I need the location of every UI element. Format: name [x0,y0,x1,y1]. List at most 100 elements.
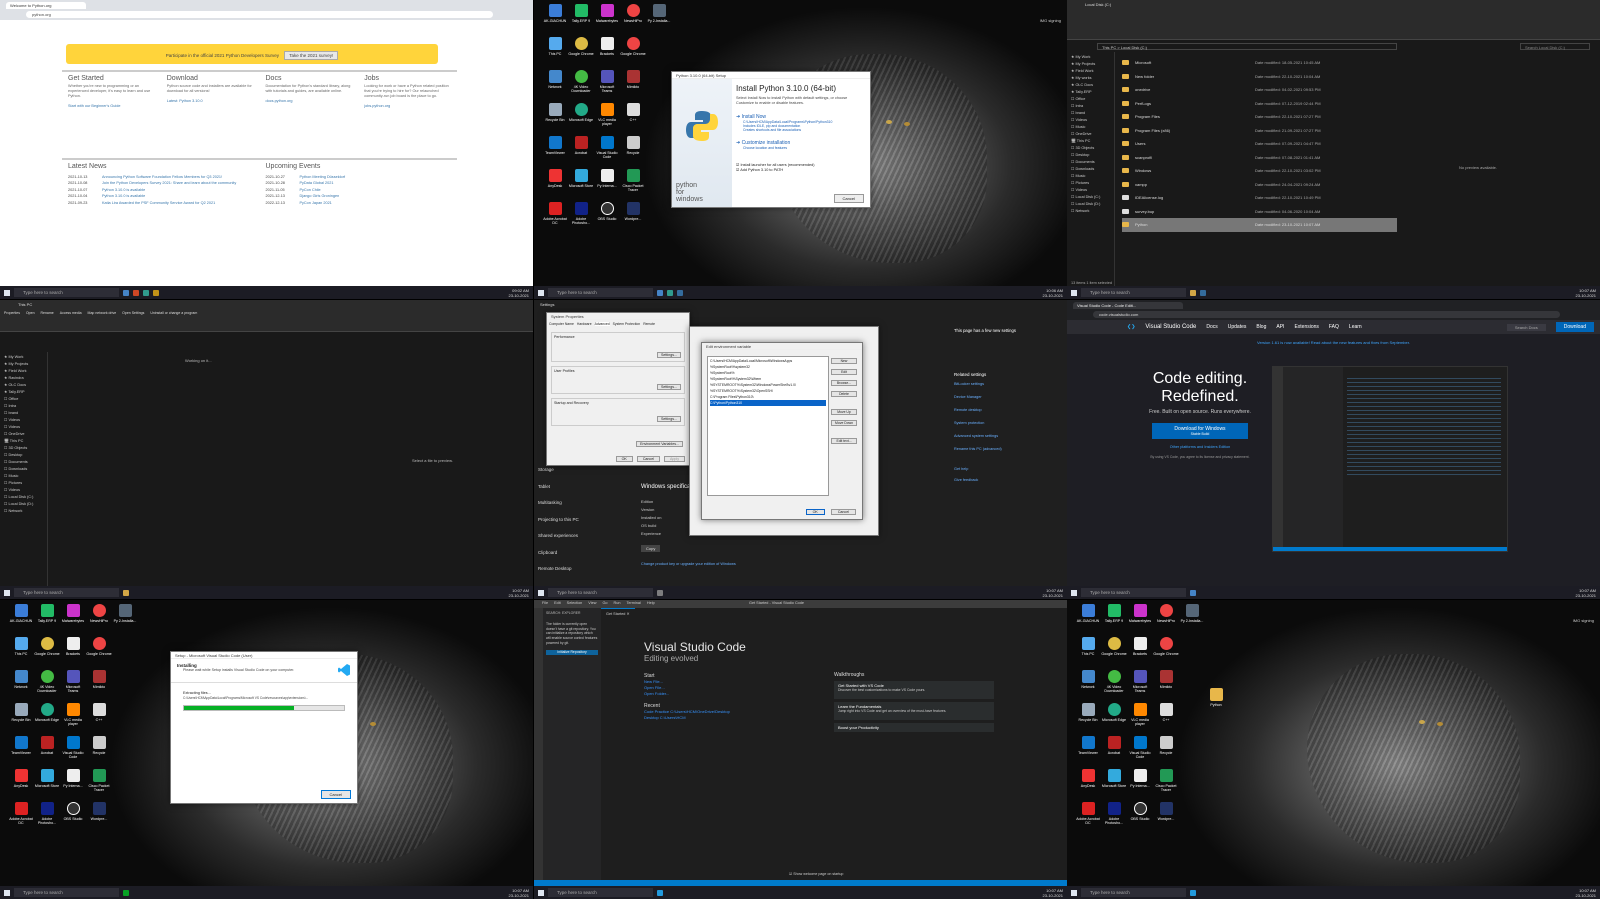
desktop-icon[interactable]: Google Chrome [1153,637,1179,670]
clock[interactable]: 10:07 AM 23-10-2021 [1576,288,1596,298]
clock[interactable]: 10:07 AM 23-10-2021 [509,888,529,898]
ok-button[interactable]: OK [615,456,633,462]
desktop-icon[interactable]: Microsoft Store [34,769,60,802]
related-link[interactable]: Rename this PC (advanced) [954,446,1059,452]
start-icon[interactable] [1071,289,1077,296]
desktop-icon[interactable]: Wordpre... [1153,802,1179,835]
desktop-icon[interactable]: TeamViewer [542,136,568,169]
desktop-icon[interactable]: NewsHiPro [86,604,112,637]
cancel-button[interactable]: Cancel [636,456,660,462]
nav-item[interactable]: Remote Desktop [538,561,579,578]
show-welcome-checkbox[interactable]: ☑ Show welcome page on startup [789,872,843,876]
start-link[interactable]: Open Folder... [644,691,834,697]
menu-item[interactable]: Selection [567,601,583,607]
app-icon[interactable] [1190,289,1196,296]
desktop-icon[interactable]: Recycle [86,736,112,769]
desktop-icon[interactable]: Recycle Bin [1075,703,1101,736]
menu-item[interactable]: Terminal [627,601,641,607]
python-folder-icon[interactable]: Python [1203,688,1229,707]
desktop-icon[interactable]: This PC [8,637,34,670]
file-row[interactable]: Windows Date modified: 22-10-2021 03:02 P… [1122,164,1397,178]
menu-item[interactable]: Run [614,601,621,607]
desktop-icon[interactable]: Network [542,70,568,103]
desktop-icon[interactable]: Google Chrome [620,37,646,70]
news-link[interactable]: Announcing Python Software Foundation Fe… [102,175,222,179]
desktop-icon[interactable]: 4K Video Downloader [568,70,594,103]
desktop-icon[interactable]: OBS Studio [594,202,620,235]
desktop-icon[interactable]: Brackets [60,637,86,670]
ribbon-button[interactable]: Rename [41,311,54,315]
help-link[interactable]: Get help [954,466,1059,472]
cancel-button[interactable]: Cancel [833,194,864,203]
app-icon[interactable] [1190,589,1196,596]
menu-item[interactable]: Edit [554,601,561,607]
desktop-icon[interactable]: OBS Studio [60,802,86,835]
desktop-icon[interactable]: Malwarebytes [60,604,86,637]
desktop-icon[interactable]: Recycle [620,136,646,169]
ribbon-button[interactable]: Uninstall or change a program [150,311,197,315]
file-row[interactable]: Program Files Date modified: 22-10-2021 0… [1122,110,1397,124]
file-row[interactable]: New folder Date modified: 22-10-2021 10:0… [1122,70,1397,84]
desktop-icon[interactable]: AnyDesk [542,169,568,202]
feedback-link[interactable]: Give feedback [954,477,1059,483]
app-icon[interactable] [1190,889,1196,896]
desktop-icon[interactable]: Adobe Acrobat DC [1075,802,1101,835]
browser-tab[interactable]: Welcome to Python.org [6,2,86,9]
desktop-icon[interactable]: Google Chrome [86,637,112,670]
menu-item[interactable]: View [588,601,596,607]
desktop-icon[interactable]: C++ [1153,703,1179,736]
taskbar-search[interactable]: Type here to search [548,588,653,597]
related-link[interactable]: System protection [954,420,1059,426]
desktop-icon[interactable]: Tally.ERP 9 [1101,604,1127,637]
start-icon[interactable] [4,289,10,296]
clock[interactable]: 10:07 AM 23-10-2021 [1043,888,1063,898]
taskbar-search[interactable]: Type here to search [1081,288,1186,297]
desktop-icon[interactable]: Adobe Acrobat DC [542,202,568,235]
nav-item[interactable]: Multitasking [538,495,579,512]
nav-item[interactable]: Shared experiences [538,528,579,545]
cancel-button[interactable]: Cancel [830,509,856,515]
app-icon[interactable] [153,289,159,296]
desktop-icon[interactable]: Acrobat [1101,736,1127,769]
desktop-icon[interactable]: Adobe Photosho... [568,202,594,235]
settings-button[interactable]: Settings... [657,352,681,358]
clock[interactable]: 10:07 AM 23-10-2021 [509,588,529,598]
desktop-icon[interactable]: AK-GIACHUN [8,604,34,637]
ribbon-button[interactable]: Open [26,311,35,315]
tab[interactable]: Hardware [577,322,592,326]
walkthrough-card[interactable]: Boost your Productivity [834,723,994,732]
event-item[interactable]: 2022-12-13 PyCon Japan 2021 [266,200,452,207]
desktop-icon[interactable]: Recycle [1153,736,1179,769]
file-row[interactable]: scanprofil Date modified: 07-08-2021 01:4… [1122,151,1397,165]
app-icon[interactable] [677,289,683,296]
cancel-button[interactable]: Cancel [320,790,351,799]
nav-link[interactable]: Learn [1349,324,1362,330]
desktop-icon[interactable]: Malwarebytes [594,4,620,37]
desktop-icon[interactable]: NewsHiPro [620,4,646,37]
taskbar-search[interactable]: Type here to search [548,888,653,897]
desktop-icon[interactable]: Microsoft Store [1101,769,1127,802]
desktop-icon[interactable]: Malwarebytes [1127,604,1153,637]
release-notice[interactable]: Version 1.61 is now available! Read abou… [1067,340,1600,345]
desktop-icon[interactable]: Py 2-Installa... [112,604,138,637]
desktop-icon[interactable]: 4K Video Downloader [34,670,60,703]
move-up-button[interactable]: Move Up [831,409,857,415]
tab[interactable]: Remote [643,322,655,326]
col-link[interactable]: Latest: Python 3.10.0 [167,99,203,103]
news-link[interactable]: Katia Lira Awarded the PSF Community Ser… [102,201,215,205]
file-row[interactable]: Program Files (x86) Date modified: 21-09-… [1122,124,1397,138]
desktop-icon[interactable]: Py Interna... [60,769,86,802]
desktop-icon[interactable]: Py Interna... [1127,769,1153,802]
tab-active[interactable]: Advanced [594,322,610,326]
add-path-checkbox[interactable]: ☑ Add Python 3.10 to PATH [736,167,864,172]
event-link[interactable]: Django Girls Groningen [300,194,340,198]
desktop-icon[interactable]: OBS Studio [1127,802,1153,835]
path-item-editing[interactable]: C:\Python\Python310 [710,400,826,406]
news-item[interactable]: 2021-09-23 Katia Lira Awarded the PSF Com… [68,200,254,207]
desktop-icon[interactable]: Mimikto [620,70,646,103]
desktop-icon[interactable]: Adobe Photosho... [1101,802,1127,835]
desktop-icon[interactable]: VLC media player [1127,703,1153,736]
walkthrough-card[interactable]: Get Started with VS Code Discover the be… [834,681,994,699]
walkthrough-card[interactable]: Learn the Fundamentals Jump right into V… [834,702,994,720]
recent-link[interactable]: Desktop C:\Users\HCM [644,715,834,721]
